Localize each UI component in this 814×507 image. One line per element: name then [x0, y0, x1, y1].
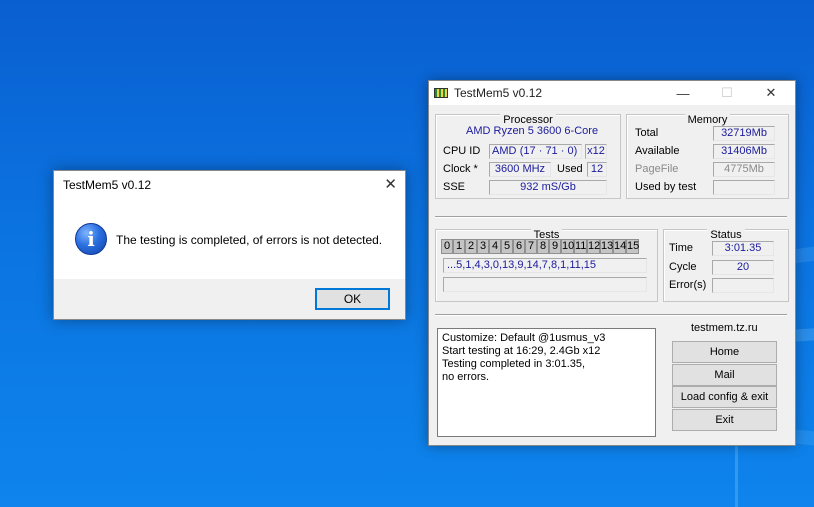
total-label: Total [635, 127, 659, 139]
log-line: Start testing at 16:29, 2.4Gb x12 [442, 345, 601, 357]
pagefile-label: PageFile [635, 163, 679, 175]
cycle-label: Cycle [669, 261, 697, 273]
divider [435, 314, 787, 316]
clock-value: 3600 MHz [489, 162, 551, 177]
test-cell: 1 [453, 239, 465, 254]
site-header: testmem.tz.ru [691, 322, 758, 334]
sse-label: SSE [443, 181, 466, 193]
status-panel: Status Time 3:01.35 Cycle 20 Error(s) [663, 229, 789, 302]
memory-chip-icon [434, 88, 448, 98]
time-label: Time [669, 242, 694, 254]
title-bar[interactable]: TestMem5 v0.12 — ☐ ✕ [429, 81, 795, 105]
maximize-button[interactable]: ☐ [705, 81, 749, 105]
test-cell: 11 [574, 239, 587, 254]
log-line: Customize: Default @1usmus_v3 [442, 332, 606, 344]
test-cell: 9 [549, 239, 561, 254]
cpu-id-label: CPU ID [443, 145, 481, 157]
close-button[interactable]: ✕ [749, 81, 793, 105]
exit-button[interactable]: Exit [672, 409, 777, 431]
cpu-thread-count: x12 [585, 144, 607, 159]
test-cell: 7 [525, 239, 537, 254]
memory-header: Memory [684, 114, 731, 126]
clock-label: Clock * [443, 163, 478, 175]
dialog-footer: OK [54, 279, 405, 319]
mail-button[interactable]: Mail [672, 364, 777, 386]
cpu-id-value: (17 · 71 · 0) [516, 144, 582, 159]
dialog-close-button[interactable]: ✕ [384, 175, 397, 193]
available-label: Available [635, 145, 680, 157]
test-cell: 4 [489, 239, 501, 254]
time-value: 3:01.35 [712, 241, 774, 256]
test-cell: 5 [501, 239, 513, 254]
errors-value [712, 278, 774, 293]
test-sequence: ...5,1,4,3,0,13,9,14,7,8,1,11,15 [443, 258, 647, 273]
processor-panel: Processor AMD Ryzen 5 3600 6-Core CPU ID… [435, 114, 621, 199]
used-by-test-value [713, 180, 775, 195]
test-cell: 13 [600, 239, 614, 254]
available-value: 31406Mb [713, 144, 775, 159]
status-header: Status [707, 229, 745, 241]
test-progress [443, 277, 647, 292]
used-label: Used [557, 163, 583, 175]
window-title: TestMem5 v0.12 [454, 86, 543, 100]
log-line: no errors. [442, 371, 490, 383]
test-cell: 3 [477, 239, 489, 254]
divider [435, 216, 787, 218]
completion-dialog: TestMem5 v0.12 ✕ i The testing is comple… [53, 170, 406, 320]
test-cell: 2 [465, 239, 477, 254]
test-log[interactable]: Customize: Default @1usmus_v3 Start test… [437, 328, 656, 437]
test-cell: 10 [561, 239, 575, 254]
test-cell: 0 [441, 239, 453, 254]
total-value: 32719Mb [713, 126, 775, 141]
ok-button[interactable]: OK [315, 288, 390, 310]
testmem-window: TestMem5 v0.12 — ☐ ✕ Processor AMD Ryzen… [428, 80, 796, 446]
errors-label: Error(s) [669, 279, 707, 291]
test-cell: 8 [537, 239, 549, 254]
cycle-value: 20 [712, 260, 774, 275]
load-config-exit-button[interactable]: Load config & exit [672, 386, 777, 408]
home-button[interactable]: Home [672, 341, 777, 363]
pagefile-value: 4775Mb [713, 162, 775, 177]
used-value: 12 [587, 162, 607, 177]
test-cell: 12 [587, 239, 601, 254]
info-icon: i [75, 223, 107, 255]
test-cell: 15 [626, 239, 640, 254]
memory-panel: Memory Total 32719Mb Available 31406Mb P… [626, 114, 789, 199]
dialog-title: TestMem5 v0.12 [63, 178, 152, 192]
log-line: Testing completed in 3:01.35, [442, 358, 586, 370]
dialog-message: The testing is completed, of errors is n… [116, 233, 383, 247]
used-by-test-label: Used by test [635, 181, 697, 193]
minimize-button[interactable]: — [661, 81, 705, 105]
sse-value: 932 mS/Gb [489, 180, 607, 195]
test-cell: 6 [513, 239, 525, 254]
test-cells: 0 1 2 3 4 5 6 7 8 9 10 11 12 13 14 15 [441, 239, 639, 254]
cpu-name: AMD Ryzen 5 3600 6-Core [466, 125, 599, 137]
test-cell: 14 [613, 239, 627, 254]
